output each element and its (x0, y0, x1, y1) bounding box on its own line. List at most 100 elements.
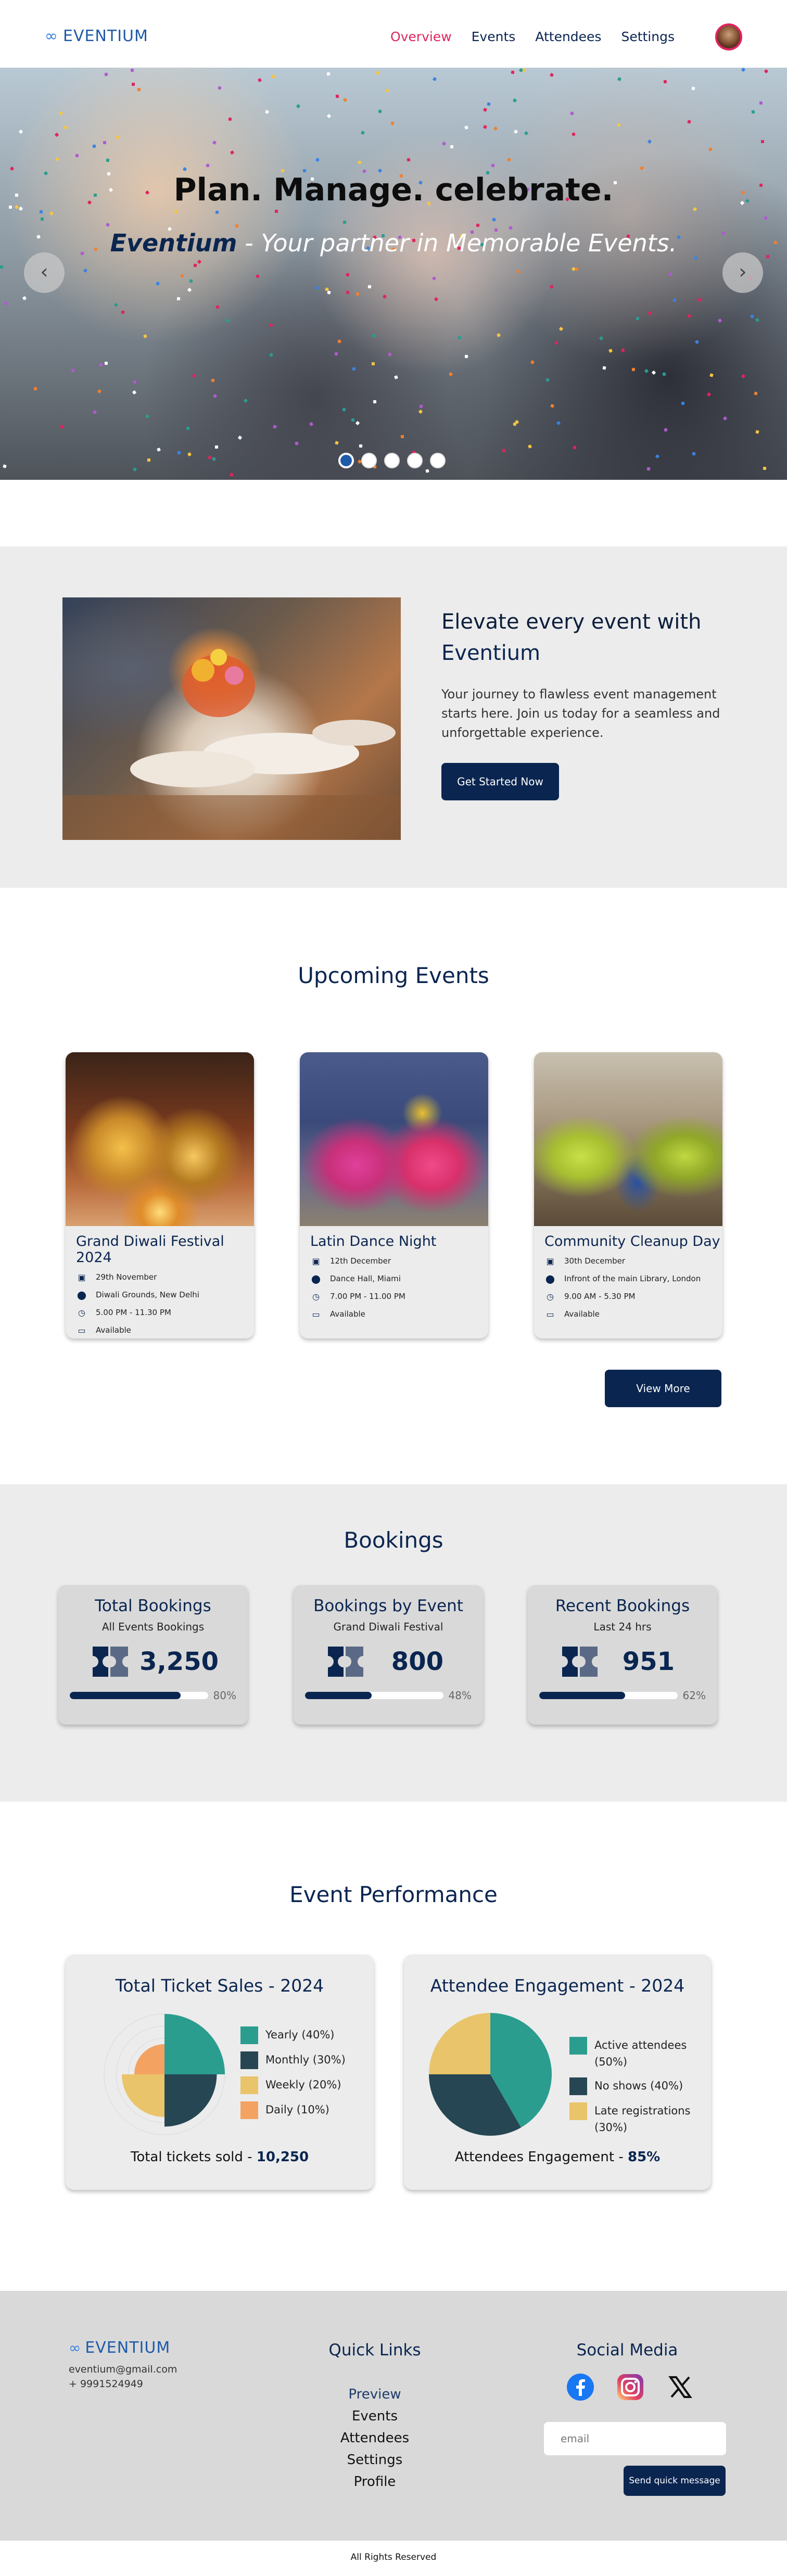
hero-tagline: Eventium - Your partner in Memorable Eve… (0, 229, 787, 257)
quick-link-preview[interactable]: Preview (291, 2383, 458, 2405)
get-started-button[interactable]: Get Started Now (441, 763, 559, 800)
facebook-icon[interactable] (566, 2373, 594, 2401)
carousel-prev-button[interactable]: ‹ (24, 252, 65, 293)
confetti-piece (359, 444, 362, 448)
confetti-piece (131, 83, 135, 86)
confetti-piece (636, 316, 639, 321)
footer-email[interactable]: eventium@gmail.com (69, 2364, 177, 2375)
confetti-piece (750, 314, 755, 319)
email-input[interactable] (544, 2422, 726, 2455)
booking-card-by-event: Bookings by Event Grand Diwali Festival … (294, 1585, 483, 1725)
confetti-piece (441, 141, 446, 146)
booking-card-title: Recent Bookings (555, 1597, 690, 1615)
carousel-dot-4[interactable] (407, 453, 423, 468)
legend-label: Active attendees (50%) (594, 2039, 687, 2068)
event-status: ▭ Available (311, 1308, 488, 1320)
confetti-piece (741, 68, 746, 72)
carousel-next-button[interactable]: › (722, 252, 763, 293)
confetti-piece (608, 348, 613, 353)
confetti-piece (372, 334, 376, 338)
confetti-piece (345, 290, 350, 295)
confetti-piece (569, 111, 574, 116)
legend-label: No shows (40%) (594, 2080, 683, 2092)
confetti-piece (356, 292, 360, 296)
event-location-text: Dance Hall, Miami (330, 1274, 401, 1283)
confetti-piece (104, 361, 108, 365)
send-quick-message-button[interactable]: Send quick message (624, 2466, 726, 2496)
event-card-diwali[interactable]: Grand Diwali Festival 2024 ▣ 29th Novembe… (66, 1052, 254, 1338)
confetti-piece (755, 317, 760, 322)
confetti-piece (0, 265, 4, 269)
confetti-piece (764, 69, 768, 74)
confetti-piece (373, 400, 377, 404)
booking-progress-label: 62% (682, 1689, 706, 1702)
x-icon[interactable] (666, 2373, 694, 2401)
nav-link-events[interactable]: Events (472, 29, 516, 44)
confetti-piece (382, 295, 387, 299)
confetti-piece (718, 318, 722, 323)
event-time: ◷ 9.00 AM - 5.30 PM (545, 1290, 722, 1303)
booking-progress-fill (70, 1692, 181, 1699)
confetti-piece (186, 426, 190, 430)
confetti-piece (449, 372, 453, 377)
confetti-piece (3, 301, 8, 306)
calendar-icon: ▣ (312, 1256, 320, 1266)
carousel-dot-2[interactable] (361, 453, 377, 468)
event-card-cleanup[interactable]: Community Cleanup Day ▣ 30th December ⬤ In… (534, 1052, 722, 1338)
confetti-piece (358, 160, 362, 165)
confetti-piece (708, 147, 713, 151)
legend-label: Late registrations (30%) (594, 2105, 691, 2134)
confetti-piece (631, 367, 635, 371)
event-date-text: 30th December (564, 1256, 626, 1266)
confetti-piece (40, 217, 44, 221)
confetti-piece (356, 421, 360, 426)
confetti-piece (106, 223, 110, 227)
confetti-piece (104, 72, 108, 76)
calendar-icon: ▣ (78, 1272, 86, 1282)
confetti-piece (691, 86, 696, 91)
confetti-piece (59, 112, 63, 116)
carousel-dot-1[interactable] (338, 453, 354, 468)
nav-link-settings[interactable]: Settings (621, 29, 675, 44)
user-avatar[interactable] (715, 23, 742, 50)
confetti-piece (335, 441, 339, 445)
confetti-piece (180, 274, 184, 278)
confetti-piece (337, 339, 341, 343)
footer-logo[interactable]: ∞ EVENTIUM (69, 2339, 170, 2357)
promo-heading-brand: Eventium (441, 641, 541, 665)
confetti-piece (554, 341, 558, 345)
confetti-piece (54, 132, 59, 137)
confetti-piece (40, 210, 43, 214)
confetti-piece (692, 452, 696, 456)
instagram-icon[interactable] (616, 2373, 644, 2401)
quick-link-settings[interactable]: Settings (291, 2449, 458, 2471)
confetti-piece (334, 352, 338, 355)
view-more-button[interactable]: View More (605, 1370, 721, 1407)
confetti-piece (458, 336, 462, 339)
dining-table-image (62, 597, 401, 840)
confetti-piece (156, 448, 161, 452)
nav-link-attendees[interactable]: Attendees (535, 29, 601, 44)
footer-brand-name: EVENTIUM (85, 2339, 171, 2357)
quick-link-attendees[interactable]: Attendees (291, 2427, 458, 2449)
confetti-piece (235, 224, 239, 228)
attendee-engagement-footer: Attendees Engagement - 85% (404, 2149, 711, 2165)
nav-link-overview[interactable]: Overview (390, 29, 452, 44)
event-time: ◷ 7.00 PM - 11.00 PM (311, 1290, 488, 1303)
confetti-piece (668, 272, 672, 277)
confetti-piece (493, 126, 498, 131)
confetti-piece (510, 70, 515, 74)
confetti-piece (367, 285, 372, 289)
confetti-piece (187, 287, 192, 292)
infinity-logo-icon: ∞ (45, 27, 58, 45)
confetti-piece (326, 72, 331, 76)
carousel-dot-3[interactable] (384, 453, 400, 468)
event-card-latin-dance[interactable]: Latin Dance Night ▣ 12th December ⬤ Dance … (300, 1052, 488, 1338)
quick-link-profile[interactable]: Profile (291, 2471, 458, 2493)
booking-progress-fill (539, 1692, 625, 1699)
quick-link-events[interactable]: Events (291, 2405, 458, 2427)
carousel-dot-5[interactable] (430, 453, 446, 468)
brand-logo[interactable]: ∞ EVENTIUM (45, 27, 148, 45)
confetti-piece (145, 414, 150, 419)
confetti-piece (18, 130, 23, 134)
